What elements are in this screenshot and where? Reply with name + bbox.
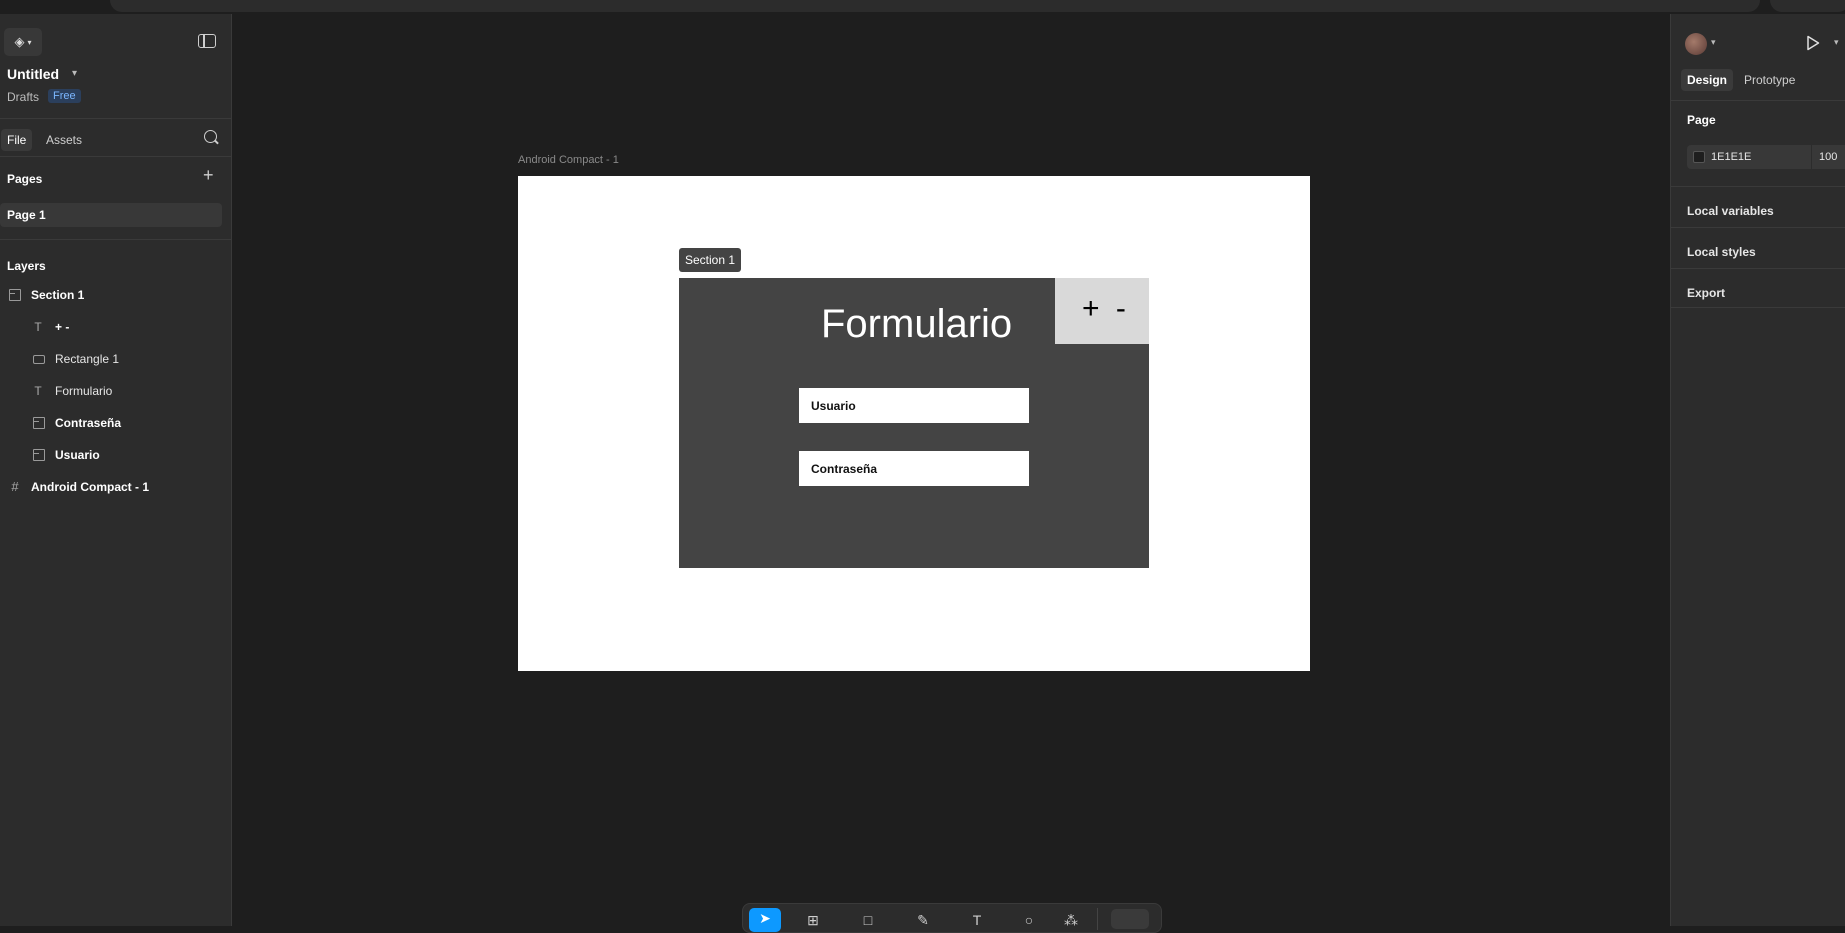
- layer-item[interactable]: T + -: [0, 318, 230, 338]
- local-variables-section[interactable]: Local variables: [1687, 204, 1774, 218]
- comment-tool-icon[interactable]: ○: [1019, 910, 1039, 930]
- frame-icon: #: [11, 479, 19, 494]
- left-sidebar: ◈ ▾ Untitled ▾ Drafts Free File Assets P…: [0, 14, 232, 926]
- zoom-text-layer[interactable]: + -: [1082, 292, 1130, 326]
- export-section[interactable]: Export: [1687, 286, 1725, 300]
- divider: [1097, 908, 1098, 930]
- bottom-toolbar: ➤ ⊞ □ ✎ T ○ ⁂: [742, 903, 1162, 933]
- chevron-down-icon[interactable]: ▾: [72, 68, 77, 79]
- divider: [1671, 227, 1845, 228]
- sidebar-toggle-icon[interactable]: [198, 34, 216, 48]
- chevron-down-icon[interactable]: ▾: [1711, 37, 1716, 48]
- plan-badge[interactable]: Free: [48, 89, 81, 103]
- password-field[interactable]: Contraseña: [799, 451, 1029, 486]
- layer-label: Section 1: [31, 288, 85, 302]
- chevron-down-icon: ▾: [27, 37, 32, 47]
- tab-assets[interactable]: Assets: [46, 133, 82, 147]
- layer-item[interactable]: Usuario: [0, 446, 230, 466]
- layer-label: Android Compact - 1: [31, 480, 150, 494]
- main-menu-button[interactable]: ◈ ▾: [4, 28, 42, 56]
- chevron-down-icon[interactable]: ▾: [1834, 37, 1839, 48]
- color-swatch[interactable]: [1693, 151, 1705, 163]
- divider: [0, 239, 232, 240]
- layer-label: Contraseña: [55, 416, 122, 430]
- usuario-label: Usuario: [811, 399, 856, 413]
- play-icon[interactable]: [1806, 35, 1820, 51]
- section-tag[interactable]: Section 1: [679, 248, 742, 272]
- add-page-icon[interactable]: +: [203, 166, 214, 184]
- usuario-field[interactable]: Usuario: [799, 388, 1029, 423]
- page-heading: Page: [1687, 113, 1716, 127]
- dev-mode-toggle[interactable]: [1111, 909, 1149, 929]
- move-tool-icon[interactable]: ➤: [749, 908, 781, 932]
- rectangle-icon: [33, 355, 45, 364]
- layer-label: Rectangle 1: [55, 352, 120, 366]
- pages-heading: Pages: [7, 172, 43, 186]
- tab-design[interactable]: Design: [1681, 69, 1734, 91]
- actions-tool-icon[interactable]: ⁂: [1061, 910, 1081, 930]
- browser-actions[interactable]: [1770, 0, 1845, 12]
- local-styles-section[interactable]: Local styles: [1687, 245, 1756, 259]
- page-color-field[interactable]: 1E1E1E 100: [1687, 145, 1845, 169]
- layer-item[interactable]: Rectangle 1: [0, 350, 230, 370]
- layer-item[interactable]: T Formulario: [0, 382, 230, 402]
- divider: [1671, 100, 1845, 101]
- text-icon: T: [34, 320, 42, 334]
- divider: [0, 118, 232, 119]
- layer-item[interactable]: Section 1: [0, 286, 230, 306]
- section-icon: [9, 289, 21, 301]
- layers-heading: Layers: [7, 259, 46, 273]
- layer-item[interactable]: # Android Compact - 1: [0, 478, 230, 498]
- layer-label: Usuario: [55, 448, 100, 462]
- section-icon: [33, 417, 45, 429]
- text-icon: T: [34, 384, 42, 398]
- section-icon: [33, 449, 45, 461]
- drafts-link[interactable]: Drafts: [7, 90, 39, 104]
- tab-prototype[interactable]: Prototype: [1744, 73, 1795, 87]
- divider: [1671, 307, 1845, 308]
- password-label: Contraseña: [811, 462, 878, 476]
- divider: [0, 156, 232, 157]
- pen-tool-icon[interactable]: ✎: [913, 910, 933, 930]
- page-item-label: Page 1: [7, 208, 46, 222]
- layer-item[interactable]: Contraseña: [0, 414, 230, 434]
- color-hex-value[interactable]: 1E1E1E: [1711, 151, 1751, 163]
- tab-file[interactable]: File: [1, 129, 33, 151]
- search-icon[interactable]: [204, 130, 217, 143]
- file-title[interactable]: Untitled: [7, 66, 59, 82]
- form-title[interactable]: Formulario: [821, 302, 1012, 347]
- layer-label: + -: [55, 320, 70, 334]
- rectangle-tool-icon[interactable]: □: [858, 910, 878, 930]
- figma-logo-icon: ◈: [14, 34, 25, 49]
- divider: [1671, 268, 1845, 269]
- right-sidebar: ▾ ▾ Design Prototype Page 1E1E1E 100 Loc…: [1670, 14, 1845, 926]
- divider: [1811, 145, 1812, 169]
- divider: [1671, 186, 1845, 187]
- layer-label: Formulario: [55, 384, 113, 398]
- opacity-value[interactable]: 100: [1819, 151, 1837, 163]
- frame-label[interactable]: Android Compact - 1: [518, 154, 619, 166]
- page-item[interactable]: Page 1: [0, 203, 222, 227]
- frame-tool-icon[interactable]: ⊞: [803, 910, 823, 930]
- browser-bar: [0, 0, 1845, 14]
- address-bar[interactable]: [110, 0, 1760, 12]
- avatar[interactable]: [1685, 33, 1707, 55]
- text-tool-icon[interactable]: T: [967, 910, 987, 930]
